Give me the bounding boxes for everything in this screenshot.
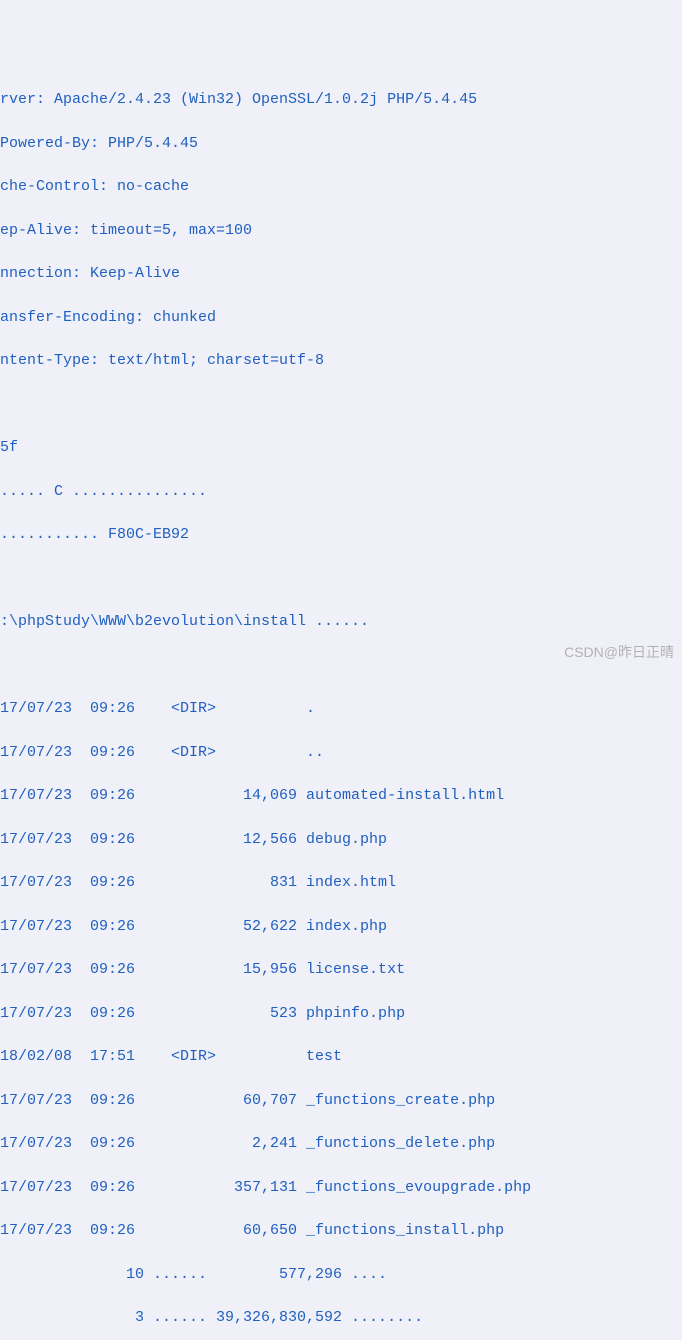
dir-entry: 17/07/23 09:26 357,131 _functions_evoupg…: [0, 1177, 682, 1199]
header-powered-by: Powered-By: PHP/5.4.45: [0, 133, 682, 155]
drive-info-line2: ........... F80C-EB92: [0, 524, 682, 546]
watermark: CSDN@昨日正晴: [564, 642, 674, 662]
dir-entry: 17/07/23 09:26 831 index.html: [0, 872, 682, 894]
dir-entry: 17/07/23 09:26 15,956 license.txt: [0, 959, 682, 981]
summary-files: 10 ...... 577,296 ....: [0, 1264, 682, 1286]
dir-entry: 17/07/23 09:26 523 phpinfo.php: [0, 1003, 682, 1025]
header-connection: nnection: Keep-Alive: [0, 263, 682, 285]
dir-entry: 17/07/23 09:26 52,622 index.php: [0, 916, 682, 938]
dir-entry: 17/07/23 09:26 12,566 debug.php: [0, 829, 682, 851]
hex-value: 5f: [0, 437, 682, 459]
blank-line: [0, 568, 682, 590]
summary-dirs: 3 ...... 39,326,830,592 ........: [0, 1307, 682, 1329]
dir-entry: 18/02/08 17:51 <DIR> test: [0, 1046, 682, 1068]
dir-entry: 17/07/23 09:26 2,241 _functions_delete.p…: [0, 1133, 682, 1155]
dir-entry: 17/07/23 09:26 60,707 _functions_create.…: [0, 1090, 682, 1112]
header-transfer-encoding: ansfer-Encoding: chunked: [0, 307, 682, 329]
dir-entry: 17/07/23 09:26 <DIR> ..: [0, 742, 682, 764]
directory-path: :\phpStudy\WWW\b2evolution\install .....…: [0, 611, 682, 633]
header-keep-alive: ep-Alive: timeout=5, max=100: [0, 220, 682, 242]
blank-line: [0, 394, 682, 416]
header-cache-control: che-Control: no-cache: [0, 176, 682, 198]
drive-info-line1: ..... C ...............: [0, 481, 682, 503]
dir-entry: 17/07/23 09:26 14,069 automated-install.…: [0, 785, 682, 807]
dir-entry: 17/07/23 09:26 <DIR> .: [0, 698, 682, 720]
dir-entry: 17/07/23 09:26 60,650 _functions_install…: [0, 1220, 682, 1242]
header-server: rver: Apache/2.4.23 (Win32) OpenSSL/1.0.…: [0, 89, 682, 111]
header-content-type: ntent-Type: text/html; charset=utf-8: [0, 350, 682, 372]
